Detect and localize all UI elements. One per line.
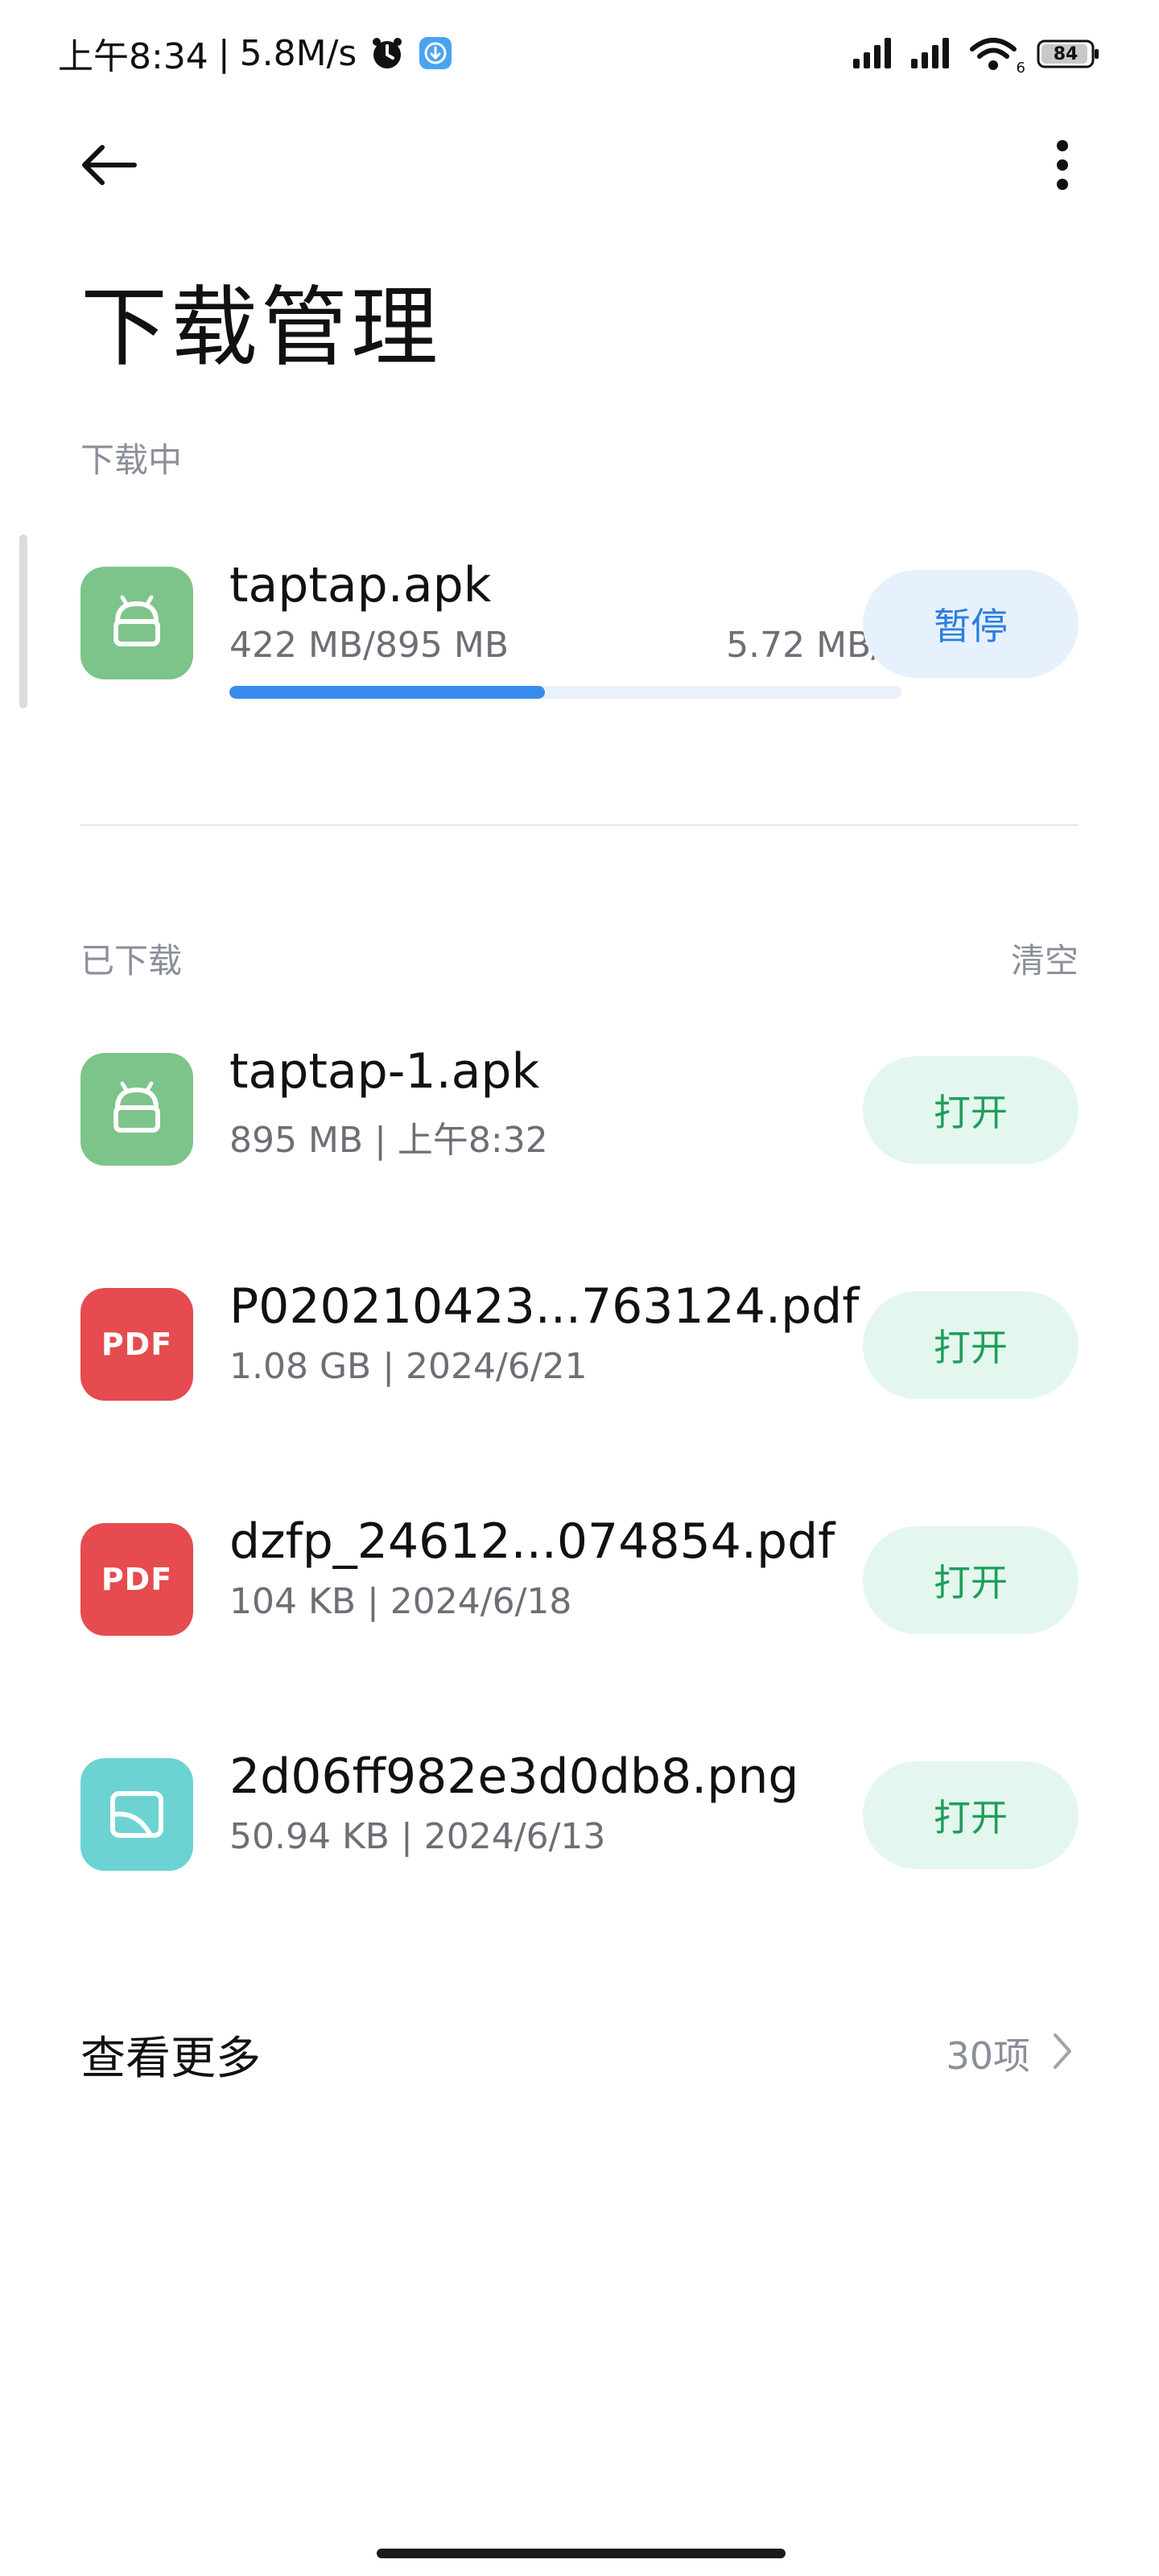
downloading-item[interactable]: taptap.apk 422 MB/895 MB 5.72 MB/s 暂停 [80,557,1079,699]
arrow-left-icon [82,145,137,185]
file-name: taptap.apk [229,557,492,613]
file-name: 2d06ff982e3d0db8.png [229,1748,799,1805]
apk-file-icon [80,567,193,679]
file-meta: 895 MB | 上午8:32 [229,1120,548,1161]
battery-level: 84 [1053,43,1079,64]
file-meta: 50.94 KB | 2024/6/13 [229,1816,606,1857]
downloaded-item[interactable]: 2d06ff982e3d0db8.png 50.94 KB | 2024/6/1… [80,1748,1079,1879]
more-options-button[interactable] [1038,129,1087,201]
view-more-count: 30项 [946,2034,1030,2078]
page-title: 下载管理 [80,278,442,378]
scroll-indicator [19,535,27,708]
clear-button[interactable]: 清空 [1011,934,1079,983]
battery-icon: 84 [1037,39,1101,69]
view-more-label: 查看更多 [80,2033,261,2085]
pause-button[interactable]: 暂停 [863,570,1079,678]
view-more-row[interactable]: 查看更多 30项 [80,2011,1079,2091]
file-meta: 104 KB | 2024/6/18 [229,1581,572,1622]
open-button[interactable]: 打开 [863,1526,1079,1634]
pdf-file-icon: PDF [80,1523,193,1636]
download-progress-text: 422 MB/895 MB [229,625,509,666]
wifi-badge: 6 [1016,60,1025,76]
open-button[interactable]: 打开 [863,1761,1079,1869]
downloaded-item[interactable]: PDF P020210423...763124.pdf 1.08 GB | 20… [80,1278,1079,1409]
section-label-downloaded: 已下载 [80,941,183,980]
more-vertical-icon [1057,140,1068,190]
pdf-icon-label: PDF [101,1327,173,1362]
download-progress-bar [229,686,901,699]
download-progress-fill [229,686,546,699]
download-notify-icon [418,35,453,71]
status-bar: 上午8:34 | 5.8M/s 6 84 [0,0,1159,105]
wifi-icon: 6 [969,36,1025,76]
signal-icon [911,36,955,72]
alarm-icon [369,35,405,71]
status-bar-right: 6 84 [853,32,1101,76]
apk-file-icon [80,1053,193,1166]
file-meta: 1.08 GB | 2024/6/21 [229,1346,588,1387]
status-separator: | [217,32,230,74]
status-net-speed: 5.8M/s [239,32,357,74]
home-indicator[interactable] [377,2549,786,2558]
open-button[interactable]: 打开 [863,1291,1079,1399]
section-divider [80,824,1079,826]
section-label-downloading: 下载中 [80,440,183,480]
status-bar-left: 上午8:34 | 5.8M/s [58,29,453,77]
image-file-icon [80,1758,193,1871]
chevron-right-icon [1046,2029,1079,2074]
open-button[interactable]: 打开 [863,1056,1079,1164]
downloaded-item[interactable]: PDF dzfp_24612...074854.pdf 104 KB | 202… [80,1513,1079,1644]
status-time: 上午8:34 [58,36,208,77]
file-name: P020210423...763124.pdf [229,1278,860,1335]
signal-icon [853,36,897,72]
back-button[interactable] [72,129,145,201]
file-name: dzfp_24612...074854.pdf [229,1513,835,1570]
pdf-icon-label: PDF [101,1562,173,1597]
pdf-file-icon: PDF [80,1288,193,1401]
downloaded-item[interactable]: taptap-1.apk 895 MB | 上午8:32 打开 [80,1043,1079,1174]
file-name: taptap-1.apk [229,1043,540,1100]
